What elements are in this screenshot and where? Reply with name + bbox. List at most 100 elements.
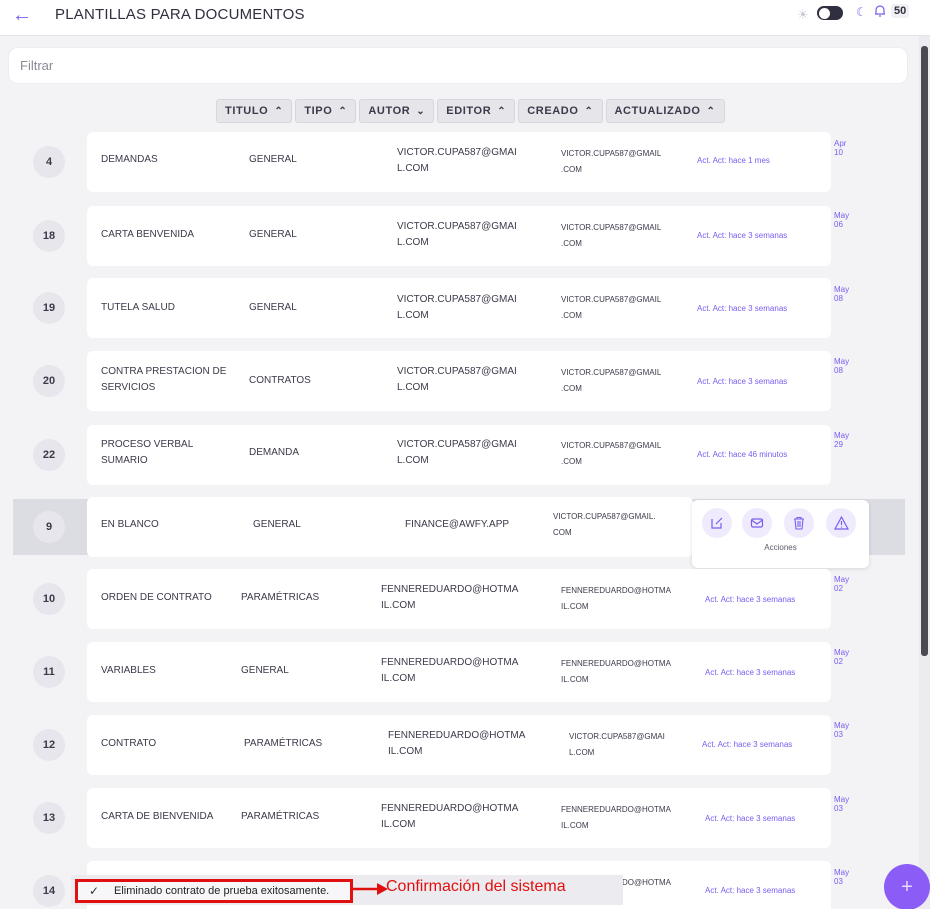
chevron-up-icon: ⌃ — [706, 105, 716, 117]
row-title: CARTA BENVENIDA — [101, 229, 194, 240]
table-row[interactable]: 4 DEMANDAS GENERAL VICTOR.CUPA587@GMAI L.… — [0, 132, 918, 192]
warning-button[interactable] — [826, 508, 856, 538]
row-editor: DO@HOTMA — [622, 878, 672, 887]
row-title: TUTELA SALUD — [101, 302, 175, 313]
chevron-up-icon: ⌃ — [497, 105, 507, 117]
row-number: 19 — [33, 292, 65, 324]
row-card[interactable]: VARIABLES GENERAL FENNEREDUARDO@HOTMA IL.… — [87, 642, 849, 702]
row-type: GENERAL — [249, 302, 297, 313]
sort-label: AUTOR — [368, 105, 411, 117]
row-updated: Act. Act: hace 3 semanas — [705, 814, 796, 823]
row-card[interactable]: EN BLANCO GENERAL FINANCE@AWFY.APP VICTO… — [87, 497, 693, 557]
row-editor: FENNEREDUARDO@HOTMA IL.COM — [561, 586, 671, 611]
row-card[interactable]: CONTRA PRESTACION DE SERVICIOS CONTRATOS … — [87, 351, 849, 411]
chevron-up-icon: ⌃ — [274, 105, 284, 117]
arrow-left-icon[interactable]: ← — [12, 4, 32, 27]
row-card[interactable]: ORDEN DE CONTRATO PARAMÉTRICAS FENNEREDU… — [87, 569, 849, 629]
row-type: GENERAL — [241, 665, 289, 676]
scrollbar-thumb[interactable] — [921, 46, 928, 656]
bell-icon[interactable] — [873, 4, 887, 18]
actions-menu: Acciones — [692, 500, 869, 568]
row-date: May 02 — [834, 575, 850, 593]
add-button[interactable]: + — [884, 864, 930, 909]
row-editor: FENNEREDUARDO@HOTMA IL.COM — [561, 805, 671, 830]
sort-label: ACTUALIZADO — [614, 105, 701, 117]
table-row[interactable]: 13 CARTA DE BIENVENIDA PARAMÉTRICAS FENN… — [0, 788, 918, 848]
row-card[interactable]: DEMANDAS GENERAL VICTOR.CUPA587@GMAI L.CO… — [87, 132, 846, 192]
row-number: 9 — [33, 511, 65, 543]
edit-button[interactable] — [702, 508, 732, 538]
checkmark-icon: ✓ — [89, 884, 100, 898]
row-date: May 03 — [834, 721, 850, 739]
row-title: CARTA DE BIENVENIDA — [101, 811, 214, 822]
table-row[interactable]: 19 TUTELA SALUD GENERAL VICTOR.CUPA587@G… — [0, 278, 918, 338]
row-card[interactable]: CARTA DE BIENVENIDA PARAMÉTRICAS FENNERE… — [87, 788, 849, 848]
sort-label: EDITOR — [446, 105, 492, 117]
row-number: 20 — [33, 365, 65, 397]
table-row[interactable]: 10 ORDEN DE CONTRATO PARAMÉTRICAS FENNER… — [0, 569, 918, 629]
row-author: FENNEREDUARDO@HOTMA IL.COM — [381, 584, 519, 611]
chevron-down-icon: ⌄ — [416, 105, 426, 117]
row-date: May 03 — [834, 795, 850, 813]
row-title: DEMANDAS — [101, 154, 158, 165]
sort-tipo-button[interactable]: TIPO ⌃ — [295, 99, 357, 123]
row-editor: FENNEREDUARDO@HOTMA IL.COM — [561, 659, 671, 684]
row-type: PARAMÉTRICAS — [241, 811, 320, 822]
sort-actualizado-button[interactable]: ACTUALIZADO ⌃ — [605, 99, 725, 123]
moon-icon: ☾ — [856, 5, 867, 19]
actions-label: Acciones — [764, 543, 797, 552]
row-author: FENNEREDUARDO@HOTMA IL.COM — [381, 657, 519, 684]
row-date: May 02 — [834, 648, 850, 666]
row-date: Apr 10 — [834, 139, 847, 157]
row-editor: VICTOR.CUPA587@GMAIL.COM — [561, 149, 662, 174]
row-card[interactable]: TUTELA SALUD GENERAL VICTOR.CUPA587@GMAI… — [87, 278, 849, 338]
sort-editor-button[interactable]: EDITOR ⌃ — [437, 99, 516, 123]
delete-button[interactable] — [784, 508, 814, 538]
sort-titulo-button[interactable]: TITULO ⌃ — [216, 99, 293, 123]
trash-icon — [794, 516, 804, 530]
row-updated: Act. Act: hace 3 semanas — [702, 740, 793, 749]
email-button[interactable] — [742, 508, 772, 538]
row-updated: Act. Act: hace 3 semanas — [705, 886, 796, 895]
row-number: 12 — [33, 729, 65, 761]
table-row[interactable]: 22 PROCESO VERBAL SUMARIO DEMANDA VICTOR.… — [0, 425, 918, 485]
row-number: 13 — [33, 802, 65, 834]
toggle-knob — [819, 8, 830, 19]
row-author: VICTOR.CUPA587@GMAI L.COM — [397, 366, 517, 393]
sort-label: CREADO — [527, 105, 579, 117]
row-card[interactable]: CONTRATO PARAMÉTRICAS FENNEREDUARDO@HOTM… — [87, 715, 849, 775]
row-editor: VICTOR.CUPA587@GMAIL.COM — [553, 512, 656, 537]
scrollbar[interactable] — [919, 36, 930, 909]
filter-input[interactable] — [9, 48, 907, 83]
row-date: May 06 — [834, 211, 850, 229]
table-row[interactable]: 18 CARTA BENVENIDA GENERAL VICTOR.CUPA58… — [0, 206, 918, 266]
row-editor: VICTOR.CUPA587@GMAIL.COM — [561, 223, 662, 248]
row-title: VARIABLES — [101, 665, 156, 676]
table-row[interactable]: 20 CONTRA PRESTACION DE SERVICIOS CONTRAT… — [0, 351, 918, 411]
row-updated: Act. Act: hace 3 semanas — [705, 668, 796, 677]
row-type: PARAMÉTRICAS — [241, 592, 320, 603]
table-row[interactable]: 12 CONTRATO PARAMÉTRICAS FENNEREDUARDO@H… — [0, 715, 918, 775]
row-number: 14 — [33, 875, 65, 907]
row-author: VICTOR.CUPA587@GMAI L.COM — [397, 439, 517, 466]
annotation-arrow — [353, 883, 388, 895]
row-number: 22 — [33, 439, 65, 471]
row-title: PROCESO VERBAL SUMARIO — [101, 439, 194, 466]
sun-icon: ☀ — [797, 7, 809, 22]
chevron-up-icon: ⌃ — [584, 105, 594, 117]
row-type: DEMANDA — [249, 447, 300, 458]
sort-autor-button[interactable]: AUTOR ⌄ — [359, 99, 435, 123]
theme-toggle[interactable] — [817, 6, 843, 20]
row-updated: Act. Act: hace 1 mes — [697, 156, 770, 165]
row-author: VICTOR.CUPA587@GMAI L.COM — [397, 294, 517, 321]
table-row[interactable]: 11 VARIABLES GENERAL FENNEREDUARDO@HOTMA… — [0, 642, 918, 702]
row-updated: Act. Act: hace 46 minutos — [697, 450, 788, 459]
row-author: FENNEREDUARDO@HOTMA IL.COM — [388, 730, 526, 757]
sort-creado-button[interactable]: CREADO ⌃ — [518, 99, 603, 123]
row-author: VICTOR.CUPA587@GMAI L.COM — [397, 221, 517, 248]
row-updated: Act. Act: hace 3 semanas — [705, 595, 796, 604]
row-date: May 08 — [834, 285, 850, 303]
row-title: ORDEN DE CONTRATO — [101, 592, 212, 603]
row-card[interactable]: PROCESO VERBAL SUMARIO DEMANDA VICTOR.CUP… — [87, 425, 849, 485]
row-card[interactable]: CARTA BENVENIDA GENERAL VICTOR.CUPA587@G… — [87, 206, 849, 266]
